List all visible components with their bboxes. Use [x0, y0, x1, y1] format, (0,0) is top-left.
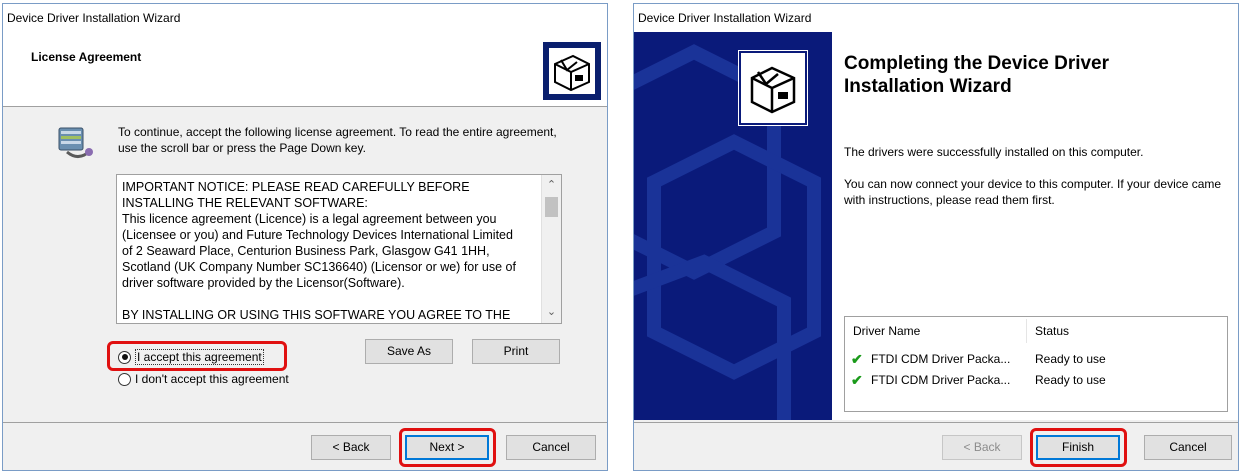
success-text: The drivers were successfully installed … [844, 145, 1144, 159]
driver-status: Ready to use [1035, 352, 1106, 366]
column-divider [1026, 319, 1027, 343]
checkmark-icon: ✔ [851, 351, 863, 367]
scroll-down-icon[interactable]: ⌄ [542, 304, 561, 321]
driver-name: FTDI CDM Driver Packa... [871, 352, 1011, 366]
footer-divider [3, 422, 607, 423]
connect-instructions: You can now connect your device to this … [844, 177, 1222, 207]
license-scroll-icon [53, 122, 97, 166]
license-textbox[interactable]: IMPORTANT NOTICE: PLEASE READ CAREFULLY … [116, 174, 562, 324]
license-scrollbar[interactable]: ⌃ ⌄ [541, 175, 561, 323]
decline-radio-label[interactable]: I don't accept this agreement [135, 372, 289, 386]
accept-radio-label[interactable]: I accept this agreement [135, 349, 264, 365]
list-header: Driver Name Status [845, 317, 1227, 345]
page-title: License Agreement [31, 50, 142, 64]
list-item[interactable]: ✔ FTDI CDM Driver Packa... Ready to use [851, 370, 1106, 390]
radio-checked-icon[interactable] [118, 350, 131, 364]
wizard-content: Completing the Device Driver Installatio… [832, 32, 1238, 420]
cancel-button[interactable]: Cancel [1144, 435, 1232, 460]
wizard-header: License Agreement [3, 32, 607, 107]
completion-title: Completing the Device Driver Installatio… [844, 53, 1110, 97]
next-button[interactable]: Next > [405, 435, 489, 460]
license-text: IMPORTANT NOTICE: PLEASE READ CAREFULLY … [122, 180, 516, 321]
scroll-up-icon[interactable]: ⌃ [542, 177, 561, 194]
wizard-banner [634, 32, 832, 420]
cancel-button[interactable]: Cancel [506, 435, 596, 460]
column-driver-name[interactable]: Driver Name [853, 317, 920, 345]
column-status[interactable]: Status [1035, 317, 1069, 345]
device-box-icon [738, 50, 808, 126]
checkmark-icon: ✔ [851, 372, 863, 388]
license-wizard-dialog: Device Driver Installation Wizard Licens… [2, 3, 608, 471]
finish-button[interactable]: Finish [1036, 435, 1120, 460]
driver-status: Ready to use [1035, 373, 1106, 387]
intro-text: To continue, accept the following licens… [118, 125, 557, 155]
radio-unchecked-icon[interactable] [118, 372, 131, 386]
driver-name: FTDI CDM Driver Packa... [871, 373, 1011, 387]
complete-wizard-dialog: Device Driver Installation Wizard Comple… [633, 3, 1239, 471]
driver-status-list[interactable]: Driver Name Status ✔ FTDI CDM Driver Pac… [844, 316, 1228, 412]
decline-radio[interactable]: I don't accept this agreement [118, 372, 289, 386]
window-title: Device Driver Installation Wizard [634, 4, 1238, 32]
save-as-button[interactable]: Save As [365, 339, 453, 364]
window-title: Device Driver Installation Wizard [3, 4, 607, 32]
print-button[interactable]: Print [472, 339, 560, 364]
footer-divider [634, 422, 1238, 423]
list-item[interactable]: ✔ FTDI CDM Driver Packa... Ready to use [851, 349, 1106, 369]
back-button[interactable]: < Back [942, 435, 1022, 460]
back-button[interactable]: < Back [311, 435, 391, 460]
scroll-thumb[interactable] [545, 197, 558, 217]
device-box-icon [543, 42, 601, 100]
accept-radio[interactable]: I accept this agreement [118, 349, 264, 365]
